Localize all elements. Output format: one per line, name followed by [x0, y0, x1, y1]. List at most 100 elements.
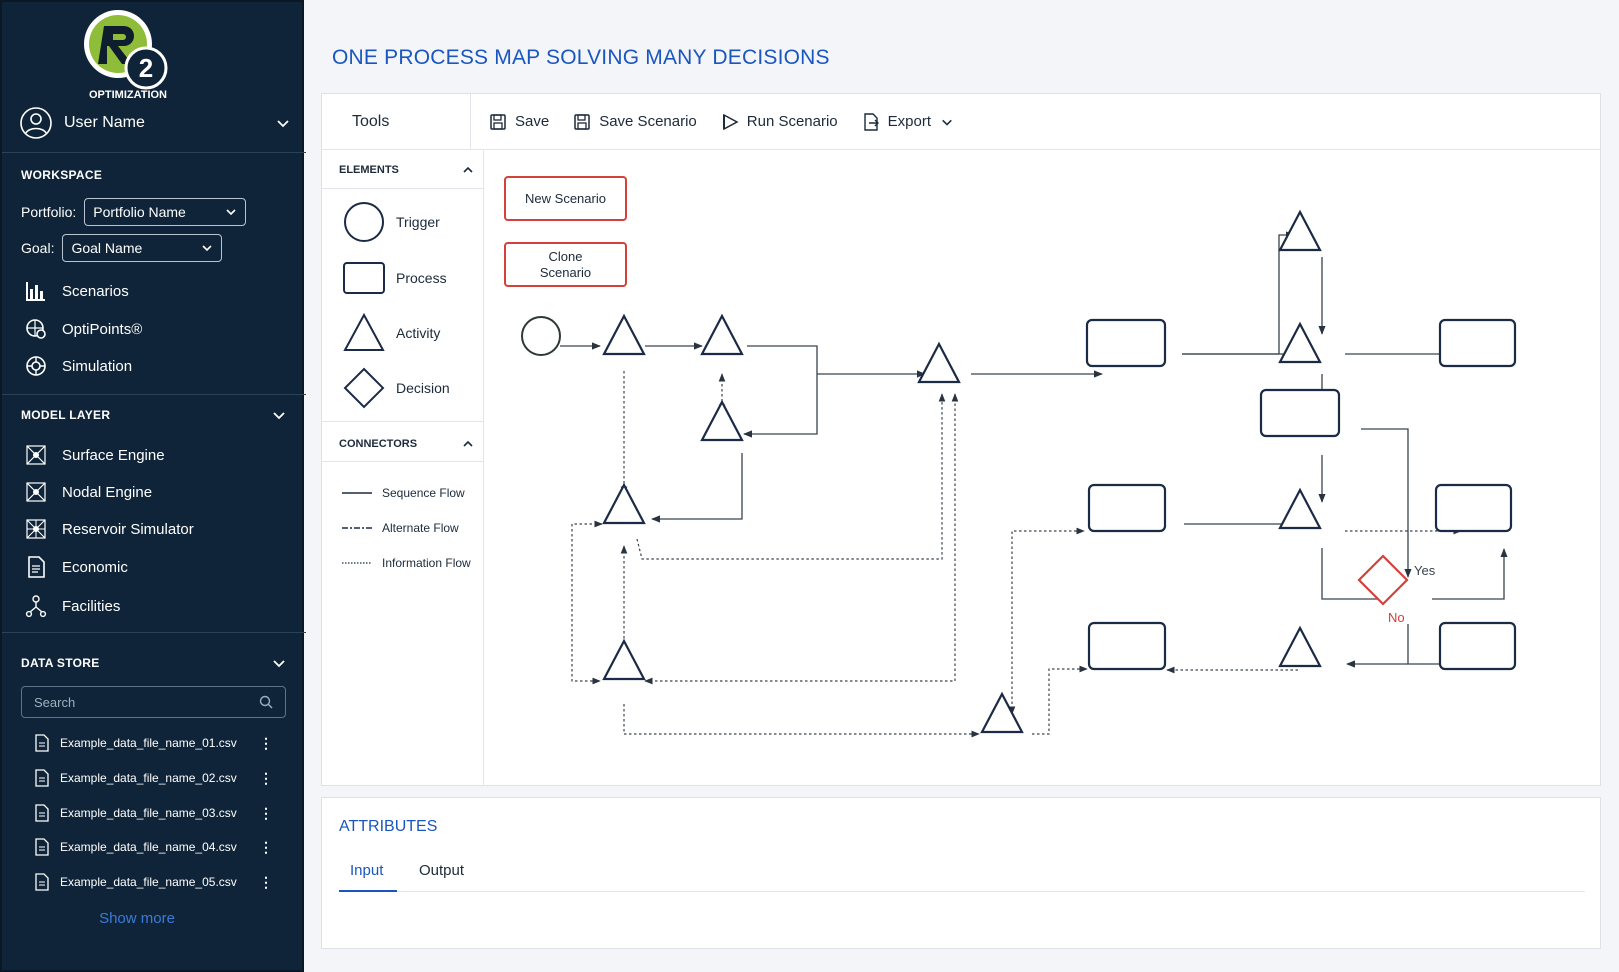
nav-reservoir-simulator[interactable]: Reservoir Simulator	[24, 516, 194, 542]
new-scenario-label: New Scenario	[525, 191, 606, 206]
active-tab-indicator	[339, 890, 397, 892]
show-more-link[interactable]: Show more	[2, 910, 272, 927]
model-layer-heading[interactable]: MODEL LAYER	[21, 408, 286, 422]
facilities-icon	[25, 595, 47, 618]
simulation-icon	[26, 356, 46, 376]
svg-text:OPTIMIZATION: OPTIMIZATION	[89, 89, 167, 101]
nav-facilities[interactable]: Facilities	[24, 593, 120, 619]
activity-node	[1278, 625, 1322, 668]
nav-label: Reservoir Simulator	[62, 520, 194, 538]
file-icon	[35, 769, 49, 787]
tab-input[interactable]: Input	[350, 862, 383, 879]
optipoints-icon	[26, 319, 46, 339]
file-icon	[35, 838, 49, 856]
chevron-down-icon	[226, 209, 236, 216]
clone-scenario-button[interactable]: Clone Scenario	[504, 242, 627, 287]
new-scenario-button[interactable]: New Scenario	[504, 176, 627, 221]
portfolio-label: Portfolio:	[21, 204, 77, 220]
portfolio-field: Portfolio: Portfolio Name	[21, 198, 247, 226]
activity-node	[602, 638, 646, 681]
file-name: Example_data_file_name_04.csv	[60, 840, 237, 854]
nav-surface-engine[interactable]: Surface Engine	[24, 442, 165, 468]
sidebar: 2 OPTIMIZATION User Name WORKSPACE Portf…	[0, 0, 306, 972]
nav-label: Scenarios	[62, 282, 129, 300]
clone-scenario-label-2: Scenario	[539, 264, 592, 280]
search-input[interactable]	[34, 694, 234, 710]
file-name: Example_data_file_name_05.csv	[60, 875, 237, 889]
activity-node	[602, 482, 646, 525]
user-menu[interactable]: User Name	[20, 105, 290, 141]
kebab-menu-icon[interactable]: ⋮	[258, 770, 274, 787]
page-title: ONE PROCESS MAP SOLVING MANY DECISIONS	[332, 46, 830, 69]
file-item[interactable]: Example_data_file_name_05.csv ⋮	[34, 871, 274, 893]
file-name: Example_data_file_name_02.csv	[60, 771, 237, 785]
sidebar-divider	[2, 152, 306, 153]
document-icon	[28, 556, 45, 578]
file-item[interactable]: Example_data_file_name_03.csv ⋮	[34, 802, 274, 824]
nav-simulation[interactable]: Simulation	[24, 353, 132, 379]
workspace-heading: WORKSPACE	[21, 168, 103, 182]
data-store-heading[interactable]: DATA STORE	[21, 656, 286, 670]
attributes-panel: ATTRIBUTES Input Output	[321, 797, 1601, 949]
nav-nodal-engine[interactable]: Nodal Engine	[24, 479, 152, 505]
activity-node	[700, 399, 744, 442]
chevron-down-icon	[273, 660, 285, 668]
process-map-panel: Tools Save Save Scenario Run Scenario Ex…	[321, 93, 1601, 786]
trigger-node	[521, 316, 561, 356]
network-icon	[26, 482, 46, 502]
file-item[interactable]: Example_data_file_name_04.csv ⋮	[34, 836, 274, 858]
nav-optipoints[interactable]: OptiPoints®	[24, 316, 142, 342]
activity-node	[1278, 209, 1322, 252]
network-icon	[26, 519, 46, 539]
goal-select[interactable]: Goal Name	[62, 234, 223, 262]
file-icon	[35, 804, 49, 822]
decision-yes-label: Yes	[1414, 563, 1436, 578]
sidebar-divider	[2, 632, 306, 633]
process-node	[1438, 621, 1517, 671]
nav-label: Nodal Engine	[62, 483, 153, 501]
nav-label: Surface Engine	[62, 446, 165, 464]
decision-no-label: No	[1388, 610, 1405, 625]
sidebar-divider	[2, 394, 306, 395]
kebab-menu-icon[interactable]: ⋮	[258, 874, 274, 891]
nav-label: Facilities	[62, 597, 121, 615]
decision-node	[1357, 554, 1409, 606]
goal-field: Goal: Goal Name	[21, 234, 223, 262]
chevron-down-icon	[273, 412, 285, 420]
search-icon[interactable]	[259, 695, 273, 709]
file-item[interactable]: Example_data_file_name_02.csv ⋮	[34, 767, 274, 789]
attributes-title: ATTRIBUTES	[339, 818, 438, 835]
tab-divider	[339, 891, 1585, 892]
nav-economic[interactable]: Economic	[24, 554, 128, 580]
activity-node	[917, 341, 961, 384]
activity-node	[1278, 487, 1322, 530]
svg-text:2: 2	[139, 53, 153, 83]
nav-label: OptiPoints®	[62, 320, 143, 338]
file-item[interactable]: Example_data_file_name_01.csv ⋮	[34, 732, 274, 754]
file-icon	[35, 873, 49, 891]
process-node	[1087, 621, 1167, 671]
clone-scenario-label-1: Clone	[548, 248, 583, 264]
file-name: Example_data_file_name_03.csv	[60, 806, 237, 820]
nav-scenarios[interactable]: Scenarios	[24, 278, 129, 304]
kebab-menu-icon[interactable]: ⋮	[258, 805, 274, 822]
chevron-down-icon[interactable]	[276, 116, 290, 130]
file-icon	[35, 734, 49, 752]
kebab-menu-icon[interactable]: ⋮	[258, 839, 274, 856]
activity-node	[700, 313, 744, 356]
process-node	[1085, 318, 1167, 368]
bar-chart-icon	[26, 282, 45, 301]
process-node	[1087, 483, 1167, 533]
portfolio-value: Portfolio Name	[93, 204, 186, 220]
chevron-down-icon	[202, 245, 213, 252]
process-node	[1434, 483, 1513, 533]
portfolio-select[interactable]: Portfolio Name	[84, 198, 247, 226]
activity-node	[1278, 321, 1322, 364]
tab-output[interactable]: Output	[419, 862, 464, 879]
user-avatar-icon	[20, 107, 52, 139]
r2-optimization-logo: 2 OPTIMIZATION	[84, 10, 168, 101]
kebab-menu-icon[interactable]: ⋮	[258, 735, 274, 752]
activity-node	[980, 691, 1024, 734]
network-icon	[26, 445, 46, 465]
data-store-search[interactable]	[21, 686, 286, 718]
